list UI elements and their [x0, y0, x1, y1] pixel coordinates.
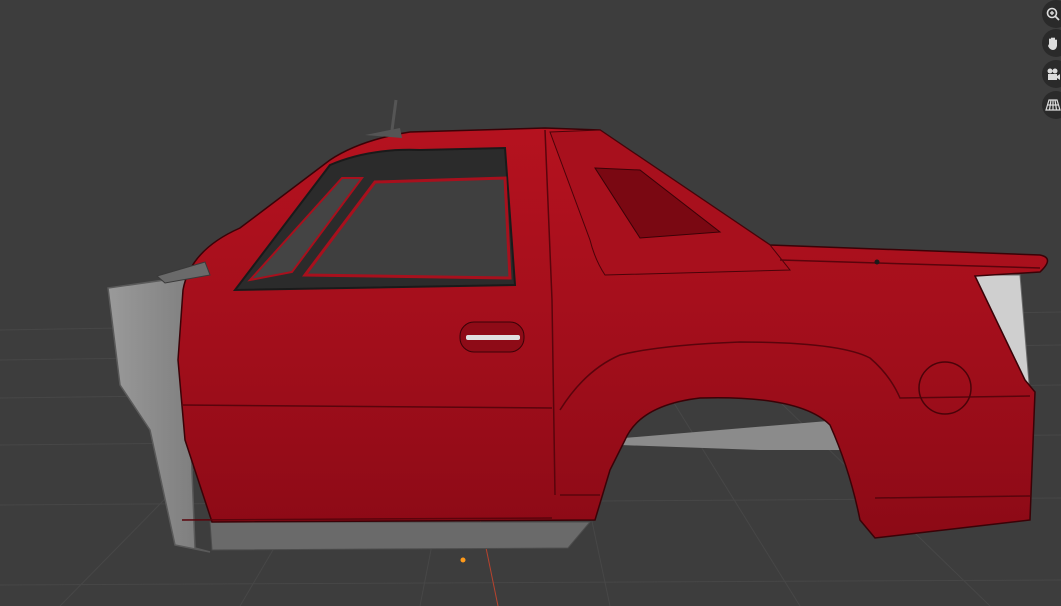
rear-wheel-well-liner	[600, 420, 850, 450]
3d-viewport[interactable]	[0, 0, 1061, 606]
rocker-skirt	[209, 521, 592, 551]
hand-pan-icon[interactable]	[1042, 29, 1061, 57]
antenna	[390, 99, 398, 131]
origin-point	[460, 557, 466, 563]
antenna-base	[365, 128, 402, 138]
navigation-gizmo	[1039, 0, 1061, 125]
zoom-icon[interactable]	[1042, 0, 1061, 28]
tonneau-bolt	[874, 259, 880, 265]
camera-icon[interactable]	[1042, 60, 1061, 88]
perspective-grid-icon[interactable]	[1042, 91, 1061, 119]
door-handle	[466, 335, 520, 340]
